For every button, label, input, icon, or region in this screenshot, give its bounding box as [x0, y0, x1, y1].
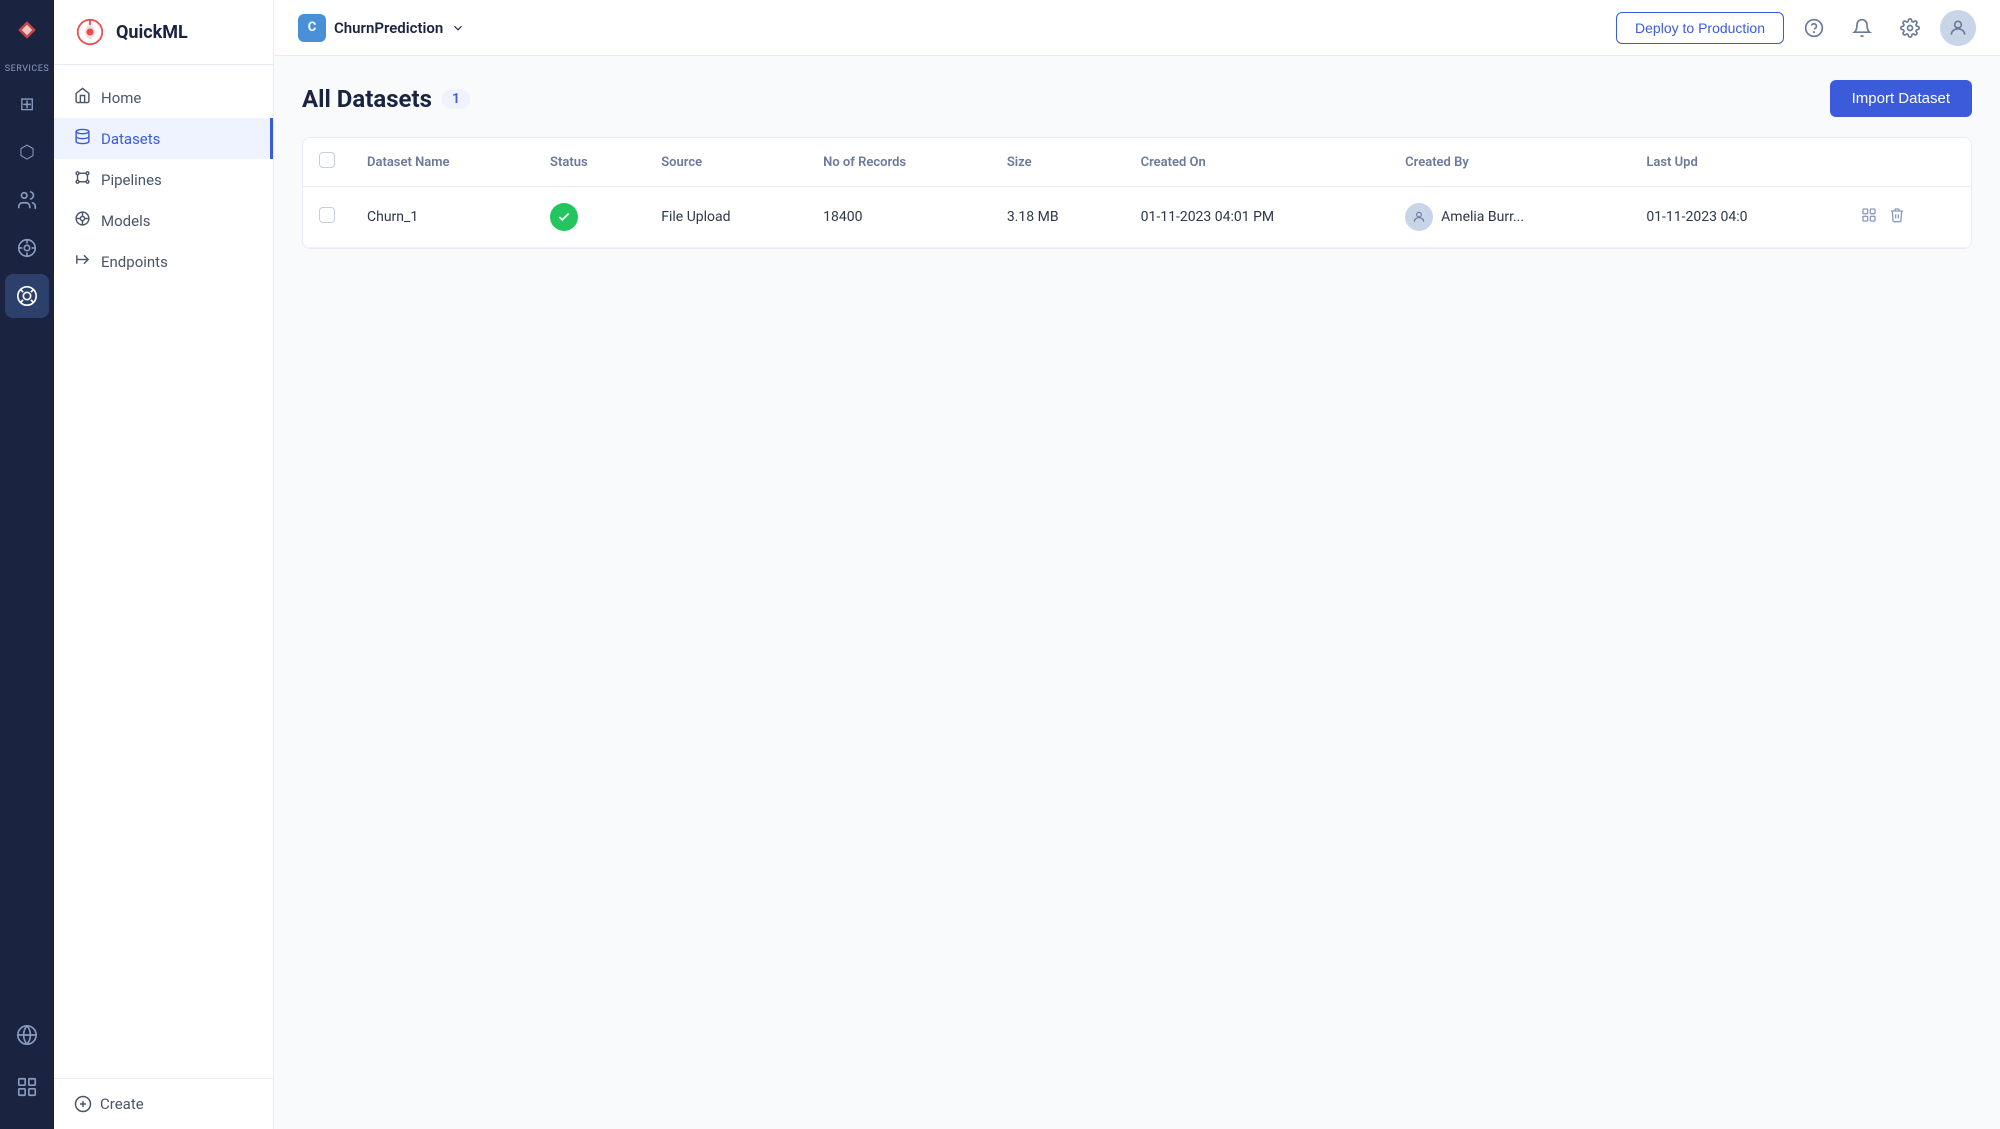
row-checkbox[interactable] — [319, 207, 335, 223]
user-avatar[interactable] — [1940, 10, 1976, 46]
content-area: All Datasets 1 Import Dataset Dataset Na… — [274, 56, 2000, 1129]
sidebar-item-endpoints[interactable]: Endpoints — [54, 241, 273, 282]
sidebar-create-button[interactable]: Create — [54, 1078, 273, 1129]
dataset-name-header: Dataset Name — [351, 138, 534, 187]
sidebar-item-models-label: Models — [101, 212, 150, 230]
source-header: Source — [645, 138, 807, 187]
quickml-logo-icon — [74, 16, 106, 48]
table-header: Dataset Name Status Source No of Records… — [303, 138, 1971, 187]
rail-quickml-icon[interactable] — [5, 274, 49, 318]
notification-icon-button[interactable] — [1844, 10, 1880, 46]
import-dataset-button[interactable]: Import Dataset — [1830, 80, 1972, 117]
select-all-col — [303, 138, 351, 187]
size-header: Size — [991, 138, 1125, 187]
last-updated-cell: 01-11-2023 04:0 — [1630, 187, 1843, 248]
home-icon — [74, 87, 91, 108]
rail-analytics-icon[interactable] — [5, 226, 49, 270]
datasets-table: Dataset Name Status Source No of Records… — [303, 138, 1971, 248]
last-updated-header: Last Upd — [1630, 138, 1843, 187]
created-by-cell: Amelia Burr... — [1389, 187, 1630, 248]
settings-icon-button[interactable] — [1892, 10, 1928, 46]
rail-people-icon[interactable] — [5, 178, 49, 222]
datasets-icon — [74, 128, 91, 149]
project-name: ChurnPrediction — [334, 19, 443, 37]
creator-avatar — [1405, 203, 1433, 231]
page-title: All Datasets — [302, 85, 432, 113]
records-cell: 18400 — [807, 187, 991, 248]
sidebar-header: QuickML — [54, 0, 273, 65]
deploy-to-production-button[interactable]: Deploy to Production — [1616, 12, 1784, 44]
created-by-header: Created By — [1389, 138, 1630, 187]
created-on-cell: 01-11-2023 04:01 PM — [1125, 187, 1390, 248]
dataset-count-badge: 1 — [442, 89, 470, 109]
dataset-name-cell: Churn_1 — [351, 187, 534, 248]
app-logo — [9, 12, 45, 48]
created-on-header: Created On — [1125, 138, 1390, 187]
create-label: Create — [100, 1095, 144, 1113]
page-title-row: All Datasets 1 — [302, 85, 470, 113]
project-selector[interactable]: C ChurnPrediction — [298, 14, 465, 42]
table-row: Churn_1 File Upload 18400 — [303, 187, 1971, 248]
rail-globe-icon[interactable] — [5, 1013, 49, 1057]
sidebar-item-endpoints-label: Endpoints — [101, 253, 168, 271]
sidebar-nav: Home Datasets Pipelines — [54, 65, 273, 1078]
sidebar-title: QuickML — [116, 22, 188, 43]
sidebar-item-datasets[interactable]: Datasets — [54, 118, 273, 159]
models-icon — [74, 210, 91, 231]
size-cell: 3.18 MB — [991, 187, 1125, 248]
project-avatar: C — [298, 14, 326, 42]
sidebar-item-models[interactable]: Models — [54, 200, 273, 241]
endpoints-icon — [74, 251, 91, 272]
main-area: C ChurnPrediction Deploy to Production — [274, 0, 2000, 1129]
creator-name: Amelia Burr... — [1441, 209, 1524, 225]
sidebar-item-home[interactable]: Home — [54, 77, 273, 118]
source-cell: File Upload — [645, 187, 807, 248]
records-header: No of Records — [807, 138, 991, 187]
select-all-checkbox[interactable] — [319, 152, 335, 168]
rail-grid-icon[interactable]: ⊞ — [5, 82, 49, 126]
status-cell — [534, 187, 645, 248]
chevron-down-icon — [451, 21, 465, 35]
rail-chart-icon[interactable]: ⬡ — [5, 130, 49, 174]
status-active-icon — [550, 203, 578, 231]
sidebar-item-pipelines[interactable]: Pipelines — [54, 159, 273, 200]
topbar: C ChurnPrediction Deploy to Production — [274, 0, 2000, 56]
edit-icon[interactable] — [1859, 205, 1879, 229]
sidebar-item-home-label: Home — [101, 89, 141, 107]
icon-rail: Services ⊞ ⬡ — [0, 0, 54, 1129]
status-header: Status — [534, 138, 645, 187]
actions-header — [1843, 138, 1971, 187]
sidebar: QuickML Home Datasets — [54, 0, 274, 1129]
pipelines-icon — [74, 169, 91, 190]
table-body: Churn_1 File Upload 18400 — [303, 187, 1971, 248]
page-header: All Datasets 1 Import Dataset — [302, 80, 1972, 117]
sidebar-item-datasets-label: Datasets — [101, 130, 160, 148]
datasets-table-container: Dataset Name Status Source No of Records… — [302, 137, 1972, 249]
services-label: Services — [5, 64, 49, 74]
rail-integrations-icon[interactable] — [5, 1065, 49, 1109]
row-checkbox-cell — [303, 187, 351, 248]
delete-icon[interactable] — [1887, 205, 1907, 229]
actions-cell — [1843, 187, 1971, 248]
help-icon-button[interactable] — [1796, 10, 1832, 46]
sidebar-item-pipelines-label: Pipelines — [101, 171, 162, 189]
